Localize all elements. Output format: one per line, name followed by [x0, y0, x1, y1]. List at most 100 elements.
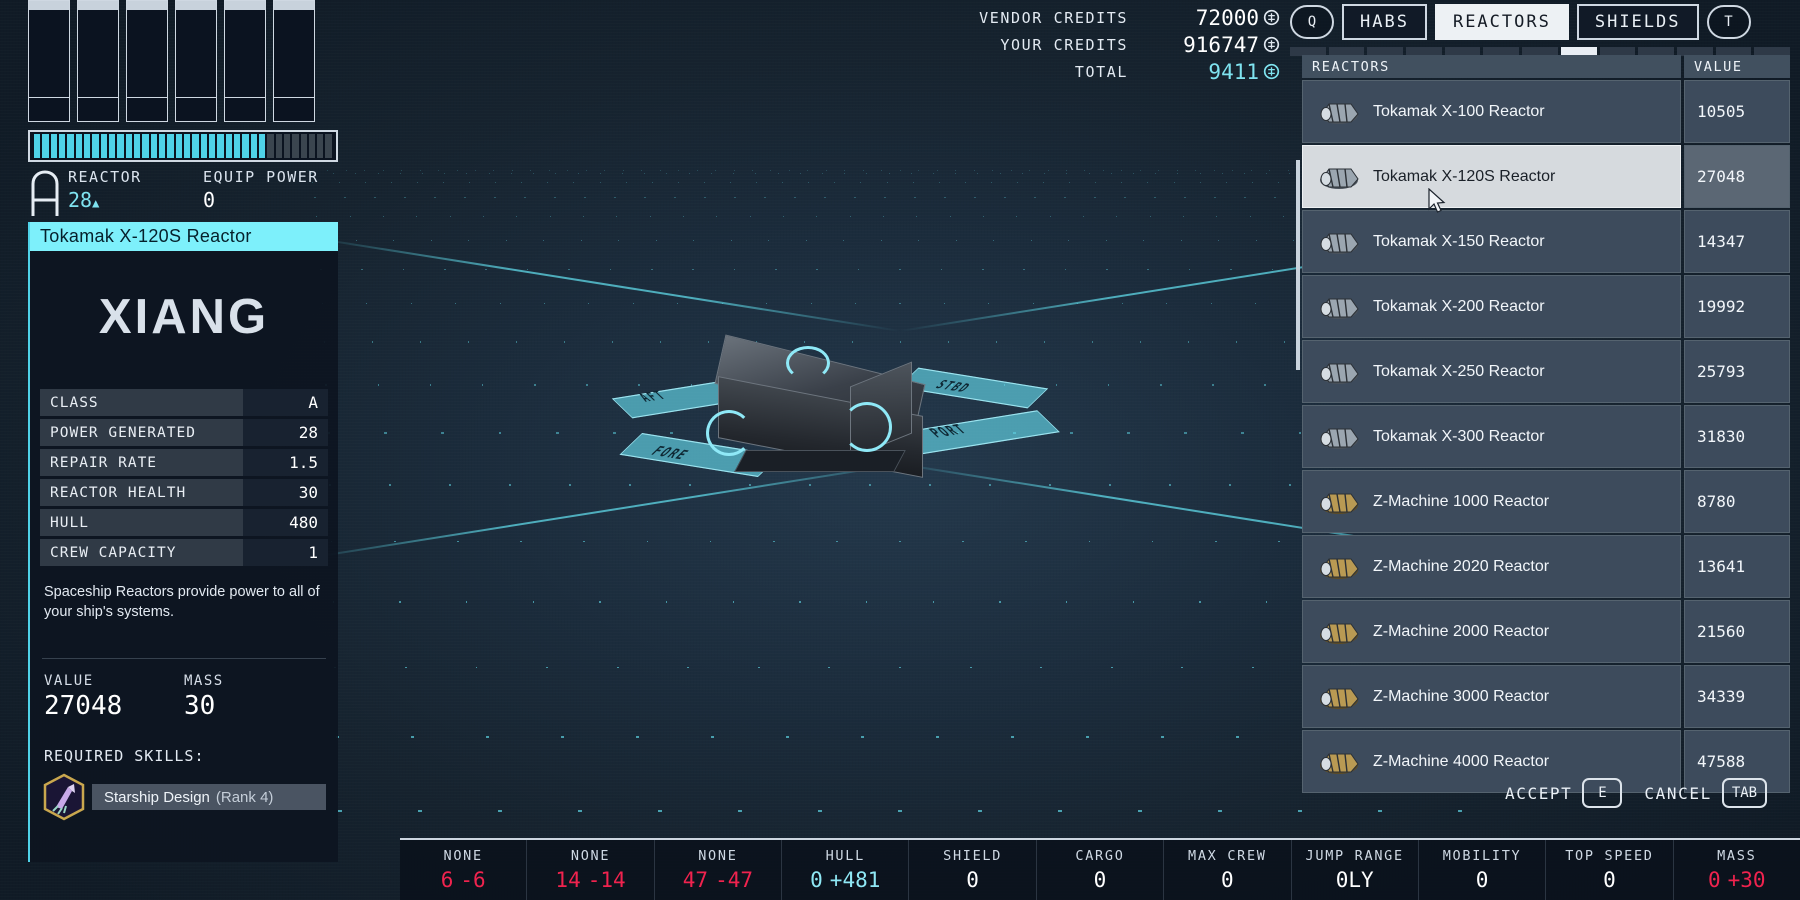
- list-item[interactable]: Tokamak X-300 Reactor31830: [1302, 405, 1790, 468]
- power-bar-segment: [226, 134, 232, 158]
- tab-next-key[interactable]: T: [1707, 5, 1751, 39]
- accept-key[interactable]: E: [1582, 778, 1622, 808]
- reactor-power-bar: [28, 130, 338, 162]
- list-item[interactable]: Z-Machine 2020 Reactor13641: [1302, 535, 1790, 598]
- grid-dot: [1094, 197, 1095, 198]
- grid-dot: [1252, 182, 1253, 183]
- pip-base: [225, 97, 265, 121]
- ship-stat-values: 0: [1603, 868, 1616, 892]
- power-pip-column[interactable]: [77, 0, 119, 122]
- power-bar-segment: [309, 134, 315, 158]
- list-item[interactable]: Z-Machine 2000 Reactor21560: [1302, 600, 1790, 663]
- list-item[interactable]: Tokamak X-250 Reactor25793: [1302, 340, 1790, 403]
- list-scrollbar[interactable]: [1296, 160, 1300, 370]
- credit-row: TOTAL9411: [860, 58, 1280, 85]
- module-list-panel[interactable]: REACTORS VALUE Tokamak X-100 Reactor1050…: [1302, 55, 1790, 793]
- grid-dot: [1229, 484, 1231, 486]
- grid-dot: [455, 303, 456, 304]
- module-list-rows[interactable]: Tokamak X-100 Reactor10505Tokamak X-120S…: [1302, 80, 1790, 793]
- grid-dot: [731, 240, 732, 241]
- tab-reactors[interactable]: REACTORS: [1435, 4, 1569, 40]
- ship-stat-values: 0+30: [1708, 868, 1766, 892]
- list-item[interactable]: Tokamak X-120S Reactor27048: [1302, 145, 1790, 208]
- tab-items[interactable]: HABSREACTORSSHIELDS: [1342, 4, 1699, 40]
- power-pip-column[interactable]: [28, 0, 70, 122]
- grid-dot: [500, 303, 501, 304]
- manufacturer-brand: XIANG: [30, 251, 338, 389]
- tab-prev-key[interactable]: Q: [1290, 5, 1334, 39]
- power-bar-segment: [159, 134, 165, 158]
- starship-design-skill-icon: [42, 773, 86, 821]
- list-item-name-cell[interactable]: Z-Machine 2000 Reactor: [1302, 600, 1681, 663]
- list-item-label: Z-Machine 4000 Reactor: [1373, 753, 1549, 771]
- grid-dot: [982, 269, 984, 270]
- power-allocation-panel[interactable]: REACTOR 28▲ EQUIP POWER 0: [28, 0, 338, 216]
- grid-dot: [1289, 484, 1291, 486]
- grid-dot: [1266, 173, 1267, 174]
- power-bar-segment: [192, 134, 198, 158]
- power-pip-column[interactable]: [126, 0, 168, 122]
- cancel-key[interactable]: TAB: [1722, 778, 1767, 808]
- skill-rank: (Rank 4): [216, 789, 274, 806]
- list-item-name-cell[interactable]: Tokamak X-300 Reactor: [1302, 405, 1681, 468]
- pip-cap: [176, 1, 216, 10]
- ship-stat-cell: NONE14-14: [527, 840, 654, 900]
- power-pip-column[interactable]: [175, 0, 217, 122]
- grid-dot: [578, 173, 579, 174]
- module-title: Tokamak X-120S Reactor: [30, 222, 338, 251]
- category-tab-bar[interactable]: Q HABSREACTORSSHIELDS T: [1290, 4, 1790, 40]
- grid-dot: [1199, 601, 1201, 603]
- pip-cap: [127, 1, 167, 10]
- list-item-name-cell[interactable]: Z-Machine 2020 Reactor: [1302, 535, 1681, 598]
- list-item[interactable]: Tokamak X-200 Reactor19992: [1302, 275, 1790, 338]
- grid-dot: [854, 197, 855, 198]
- grid-dot: [524, 197, 525, 198]
- grid-dot: [704, 182, 705, 183]
- list-item[interactable]: Tokamak X-100 Reactor10505: [1302, 80, 1790, 143]
- list-item[interactable]: Z-Machine 3000 Reactor34339: [1302, 665, 1790, 728]
- list-item-name-cell[interactable]: Tokamak X-120S Reactor: [1302, 145, 1681, 208]
- grid-dot: [850, 216, 851, 217]
- list-item[interactable]: Tokamak X-150 Reactor14347: [1302, 210, 1790, 273]
- grid-dot: [1174, 182, 1175, 183]
- grid-dot: [1140, 341, 1141, 342]
- grid-dot: [556, 432, 559, 434]
- stat-row: HULL480: [40, 509, 328, 536]
- power-bar-segment: [251, 134, 257, 158]
- ship-stat-label: NONE: [444, 848, 483, 864]
- power-pip-column[interactable]: [273, 0, 315, 122]
- grid-dot: [600, 182, 601, 183]
- grid-dot: [710, 541, 712, 543]
- action-prompts[interactable]: ACCEPT E CANCEL TAB: [1505, 778, 1767, 808]
- list-item-name-cell[interactable]: Tokamak X-250 Reactor: [1302, 340, 1681, 403]
- grid-dot: [383, 216, 384, 217]
- grid-dot: [511, 173, 512, 174]
- grid-dot: [494, 197, 495, 198]
- tab-shields[interactable]: SHIELDS: [1577, 4, 1699, 40]
- grid-dot: [1289, 173, 1290, 174]
- list-item-label: Z-Machine 3000 Reactor: [1373, 688, 1549, 706]
- ship-model[interactable]: FORE AFT PORT STBD: [700, 370, 1100, 520]
- list-item-name-cell[interactable]: Tokamak X-150 Reactor: [1302, 210, 1681, 273]
- power-pip-column[interactable]: [224, 0, 266, 122]
- grid-dot: [1218, 810, 1222, 812]
- tab-habs[interactable]: HABS: [1342, 4, 1427, 40]
- stat-row: REPAIR RATE1.5: [40, 449, 328, 476]
- grid-dot: [1255, 303, 1256, 304]
- grid-dot: [683, 216, 684, 217]
- list-item-name-cell[interactable]: Z-Machine 1000 Reactor: [1302, 470, 1681, 533]
- grid-dot: [316, 216, 317, 217]
- power-bar-segment: [42, 134, 48, 158]
- grid-dot: [843, 240, 844, 241]
- list-item-name-cell[interactable]: Z-Machine 3000 Reactor: [1302, 665, 1681, 728]
- grid-dot: [811, 303, 812, 304]
- grid-dot: [485, 269, 487, 270]
- grid-dot: [866, 173, 867, 174]
- list-item[interactable]: Z-Machine 1000 Reactor8780: [1302, 470, 1790, 533]
- grid-dot: [647, 541, 649, 543]
- list-item-name-cell[interactable]: Tokamak X-100 Reactor: [1302, 80, 1681, 143]
- grid-dot: [411, 303, 412, 304]
- list-item-name-cell[interactable]: Tokamak X-200 Reactor: [1302, 275, 1681, 338]
- pip-base: [176, 97, 216, 121]
- ship-stat-delta: +481: [830, 868, 881, 892]
